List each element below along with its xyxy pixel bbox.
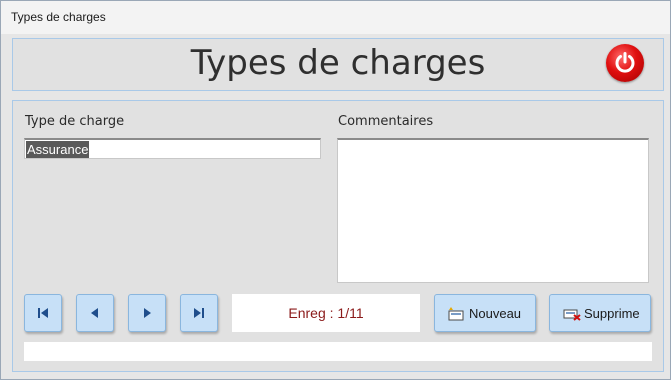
first-record-button[interactable] — [24, 294, 62, 332]
page-title: Types de charges — [190, 43, 486, 83]
title-bar: Types de charges — [1, 1, 670, 34]
power-icon — [615, 52, 635, 73]
supprime-label: Supprime — [584, 306, 640, 321]
delete-record-icon — [563, 309, 581, 321]
header-panel: Types de charges — [12, 38, 664, 91]
previous-record-button[interactable] — [76, 294, 114, 332]
close-form-button[interactable] — [606, 44, 644, 82]
status-bar — [24, 342, 652, 361]
commentaires-label: Commentaires — [338, 114, 434, 129]
previous-record-icon — [91, 308, 98, 318]
next-record-button[interactable] — [128, 294, 166, 332]
type-de-charge-value: Assurance — [26, 141, 90, 158]
next-record-icon — [144, 308, 151, 318]
type-de-charge-label: Type de charge — [25, 114, 125, 129]
first-record-icon — [38, 308, 48, 318]
type-de-charge-input[interactable]: Assurance — [24, 138, 321, 159]
nouveau-label: Nouveau — [469, 306, 522, 321]
window-title: Types de charges — [11, 10, 106, 24]
supprime-button[interactable]: Supprime — [549, 294, 651, 332]
app-window: Types de charges Types de charges Type d… — [0, 0, 671, 380]
new-record-icon — [448, 307, 464, 321]
record-counter: Enreg : 1/11 — [232, 294, 420, 332]
last-record-icon — [194, 308, 204, 318]
last-record-button[interactable] — [180, 294, 218, 332]
detail-panel: Type de charge Assurance Commentaires En… — [12, 100, 664, 372]
nouveau-button[interactable]: Nouveau — [434, 294, 536, 332]
commentaires-textarea[interactable] — [337, 138, 649, 283]
